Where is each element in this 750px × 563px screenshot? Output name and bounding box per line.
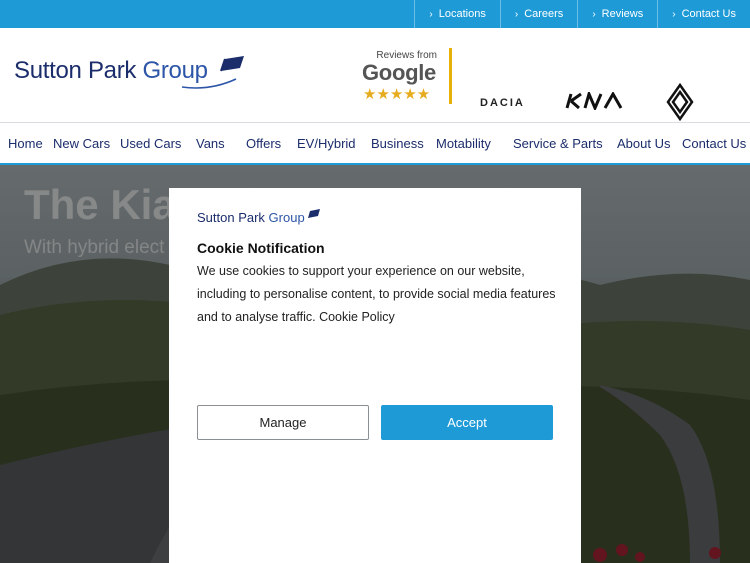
cookie-logo-word: Sutton Park — [197, 210, 269, 225]
chevron-right-icon: › — [429, 8, 433, 20]
nav-item-contact-us[interactable]: Contact Us — [682, 136, 746, 151]
nav-item-vans[interactable]: Vans — [196, 136, 225, 151]
brand-logo-renault[interactable] — [665, 82, 695, 126]
brand-header: Sutton Park Group Reviews from Google ★★… — [0, 28, 750, 123]
utility-links: › Locations › Careers › Reviews › Contact Us — [414, 0, 750, 28]
dacia-logo-icon: DACIA — [480, 97, 525, 109]
manage-cookies-button[interactable]: Manage — [197, 405, 369, 440]
chevron-right-icon: › — [592, 8, 596, 20]
utility-link-label: Locations — [438, 8, 486, 20]
renault-logo-icon — [666, 82, 694, 122]
utility-link-label: Reviews — [601, 8, 644, 20]
logo-swoosh-icon — [181, 78, 237, 89]
cookie-logo-text: Sutton Park Group — [197, 210, 305, 225]
kia-logo-icon — [565, 89, 623, 112]
utility-link-label: Careers — [524, 8, 564, 20]
nav-item-ev-hybrid[interactable]: EV/Hybrid — [297, 136, 356, 151]
top-utility-bar: › Locations › Careers › Reviews › Contact Us — [0, 0, 750, 28]
cookie-logo-group-word: Group — [268, 210, 305, 225]
nav-item-about-us[interactable]: About Us — [617, 136, 670, 151]
google-reviews-badge[interactable]: Reviews from Google ★★★★★ — [362, 48, 452, 104]
nav-item-used-cars[interactable]: Used Cars — [120, 136, 181, 151]
nav-item-motability[interactable]: Motability — [436, 136, 491, 151]
google-wordmark: Google — [362, 60, 436, 85]
nav-item-business[interactable]: Business — [371, 136, 424, 151]
utility-link-locations[interactable]: › Locations — [414, 0, 499, 28]
utility-link-label: Contact Us — [681, 8, 736, 20]
cookie-dialog-title: Cookie Notification — [197, 240, 325, 256]
brand-logo-kia[interactable] — [565, 89, 623, 115]
logo-text: Sutton Park Group — [14, 57, 208, 85]
logo-flag-icon — [308, 209, 320, 218]
nav-item-offers[interactable]: Offers — [246, 136, 281, 151]
utility-link-reviews[interactable]: › Reviews — [577, 0, 657, 28]
main-navigation: Home New Cars Used Cars Vans Offers EV/H… — [0, 123, 750, 165]
sutton-park-group-logo[interactable]: Sutton Park Group — [14, 54, 244, 94]
logo-flag-icon — [220, 56, 244, 72]
utility-link-careers[interactable]: › Careers — [499, 0, 577, 28]
logo-word: Sutton Park — [14, 57, 143, 84]
accept-cookies-button[interactable]: Accept — [381, 405, 553, 440]
cookie-consent-dialog: Sutton Park Group Cookie Notification We… — [169, 188, 581, 563]
brand-logo-dacia[interactable]: DACIA — [480, 95, 536, 113]
cookie-dialog-body: We use cookies to support your experienc… — [197, 264, 556, 324]
nav-item-home[interactable]: Home — [8, 136, 43, 151]
cookie-dialog-logo: Sutton Park Group — [197, 208, 327, 232]
star-rating-icon: ★★★★★ — [363, 86, 431, 103]
nav-item-service-parts[interactable]: Service & Parts — [513, 136, 603, 151]
utility-link-contact[interactable]: › Contact Us — [657, 0, 750, 28]
chevron-right-icon: › — [514, 8, 519, 20]
nav-item-new-cars[interactable]: New Cars — [53, 136, 110, 151]
chevron-right-icon: › — [672, 8, 676, 20]
svg-text:DACIA: DACIA — [480, 97, 525, 108]
